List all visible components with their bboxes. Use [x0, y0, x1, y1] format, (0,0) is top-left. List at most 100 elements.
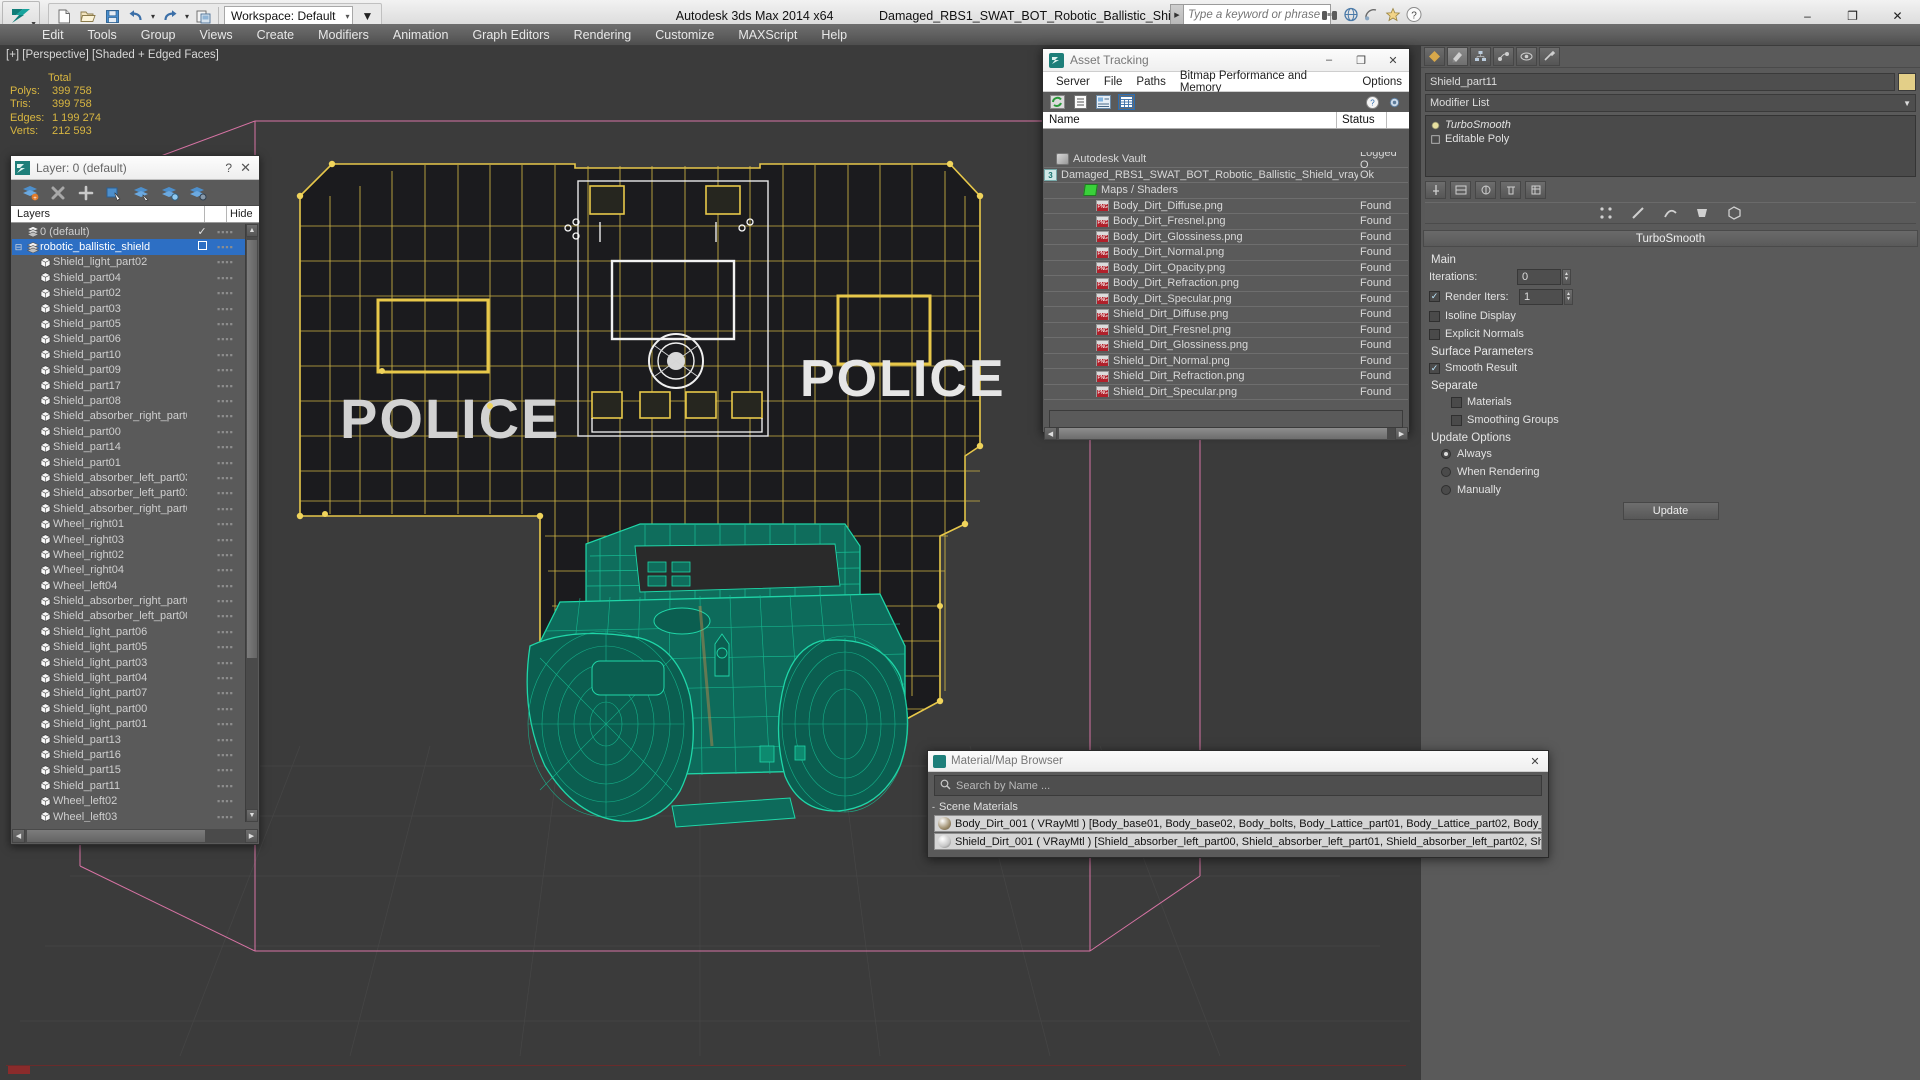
smooth-result-row[interactable]: ✓ Smooth Result — [1429, 360, 1912, 376]
layer-row[interactable]: Wheel_right01 ▪▪▪▪ — [12, 516, 245, 531]
always-row[interactable]: Always — [1429, 446, 1912, 462]
subscription-center-icon[interactable] — [1341, 5, 1360, 24]
layer-row[interactable]: Shield_part02 ▪▪▪▪ — [12, 286, 245, 301]
layer-row[interactable]: 0 (default) ✓ ▪▪▪▪ — [12, 224, 245, 239]
modifier-list-dropdown[interactable]: Modifier List ▼ — [1425, 94, 1916, 112]
smoothing-groups-row[interactable]: Smoothing Groups — [1429, 412, 1912, 428]
favorites-icon[interactable] — [1383, 5, 1402, 24]
asset-row[interactable]: Shield_Dirt_Diffuse.png Found — [1044, 307, 1408, 323]
section-collapse-toggle[interactable]: - — [932, 802, 935, 812]
viewport-label[interactable]: [+] [Perspective] [Shaded + Edged Faces] — [6, 49, 219, 61]
render-iters-value[interactable]: 1 — [1519, 288, 1563, 305]
layer-list[interactable]: 0 (default) ✓ ▪▪▪▪ ⊟ robotic_ballistic_shiel… — [12, 224, 245, 822]
layer-row[interactable]: Shield_light_part04 ▪▪▪▪ — [12, 670, 245, 685]
modifier-stack-entry[interactable]: TurboSmooth — [1426, 118, 1915, 132]
refresh-icon[interactable] — [1049, 94, 1066, 110]
when-rendering-row[interactable]: When Rendering — [1429, 464, 1912, 480]
hierarchy-tab[interactable] — [1470, 47, 1491, 66]
menu-item-animation[interactable]: Animation — [381, 26, 461, 44]
layer-properties-icon[interactable] — [189, 184, 207, 202]
asset-row[interactable]: 3 Damaged_RBS1_SWAT_BOT_Robotic_Ballistic… — [1044, 167, 1408, 183]
explicit-normals-checkbox[interactable] — [1429, 328, 1440, 340]
make-unique-icon[interactable] — [1475, 181, 1496, 199]
help-question-icon[interactable]: ? — [1364, 94, 1381, 110]
turbosmooth-rollout-header[interactable]: TurboSmooth — [1423, 230, 1918, 247]
layer-row[interactable]: Shield_part00 ▪▪▪▪ — [12, 424, 245, 439]
material-search-box[interactable]: Search by Name ... — [934, 775, 1542, 796]
layer-row[interactable]: Shield_part17 ▪▪▪▪ — [12, 378, 245, 393]
manually-row[interactable]: Manually — [1429, 482, 1912, 498]
layer-scroll-thumb[interactable] — [246, 239, 258, 659]
isoline-display-checkbox[interactable] — [1429, 310, 1440, 322]
modify-tab[interactable] — [1447, 47, 1468, 66]
edge-subobject-icon[interactable] — [1628, 204, 1650, 222]
layer-highlight-icon[interactable] — [161, 184, 179, 202]
layer-row[interactable]: Shield_part14 ▪▪▪▪ — [12, 439, 245, 454]
layer-row[interactable]: Shield_part03 ▪▪▪▪ — [12, 301, 245, 316]
modifier-stack[interactable]: TurboSmooth Editable Poly — [1425, 115, 1916, 177]
asset-row[interactable]: Shield_Dirt_Normal.png Found — [1044, 353, 1408, 369]
render-iters-checkbox[interactable]: ✓ — [1429, 291, 1440, 302]
layer-dialog-help-button[interactable]: ? — [225, 161, 232, 175]
asset-row[interactable]: Body_Dirt_Glossiness.png Found — [1044, 229, 1408, 245]
layer-row[interactable]: Shield_part01 ▪▪▪▪ — [12, 455, 245, 470]
add-selection-to-layer-icon[interactable] — [77, 184, 95, 202]
motion-tab[interactable] — [1493, 47, 1514, 66]
configure-modifier-sets-icon[interactable] — [1525, 181, 1546, 199]
layer-row[interactable]: Shield_light_part07 ▪▪▪▪ — [12, 686, 245, 701]
delete-layer-icon[interactable] — [49, 184, 67, 202]
layer-row[interactable]: Shield_absorber_right_part00 ▪▪▪▪ — [12, 501, 245, 516]
layer-row[interactable]: Wheel_left02 ▪▪▪▪ — [12, 793, 245, 808]
layer-manager-dialog[interactable]: Layer: 0 (default) ? ✕ + Layers Hide 0 (… — [10, 155, 260, 845]
create-new-layer-icon[interactable]: + — [21, 184, 39, 202]
layer-row[interactable]: Shield_light_part03 ▪▪▪▪ — [12, 655, 245, 670]
layer-dialog-close-button[interactable]: ✕ — [240, 160, 251, 176]
search-icon[interactable] — [1320, 5, 1339, 24]
menu-item-create[interactable]: Create — [245, 26, 307, 44]
help-icon[interactable]: ? — [1404, 5, 1423, 24]
asset-row[interactable]: Shield_Dirt_Specular.png Found — [1044, 384, 1408, 400]
layer-hide-box[interactable] — [187, 241, 217, 253]
pin-stack-icon[interactable] — [1425, 181, 1446, 199]
asset-row[interactable]: Body_Dirt_Opacity.png Found — [1044, 260, 1408, 276]
search-expand-button[interactable]: ▶ — [1170, 4, 1183, 25]
scene-materials-section-header[interactable]: - Scene Materials — [928, 799, 1548, 814]
menu-item-graph-editors[interactable]: Graph Editors — [460, 26, 561, 44]
options-gear-icon[interactable] — [1386, 94, 1403, 110]
materials-checkbox[interactable] — [1451, 396, 1462, 408]
show-end-result-icon[interactable] — [1450, 181, 1471, 199]
asset-close-button[interactable]: ✕ — [1377, 49, 1409, 72]
asset-row[interactable]: Maps / Shaders — [1044, 183, 1408, 199]
layer-row[interactable]: Shield_light_part06 ▪▪▪▪ — [12, 624, 245, 639]
manually-radio[interactable] — [1441, 485, 1451, 495]
layer-row[interactable]: Wheel_left03 ▪▪▪▪ — [12, 809, 245, 822]
asset-row[interactable]: Body_Dirt_Diffuse.png Found — [1044, 198, 1408, 214]
time-slider-track[interactable] — [6, 1065, 1406, 1066]
menu-item-tools[interactable]: Tools — [76, 26, 129, 44]
layer-scroll-up-button[interactable]: ▲ — [246, 224, 258, 237]
border-subobject-icon[interactable] — [1660, 204, 1682, 222]
asset-scroll-right-button[interactable]: ▶ — [1395, 427, 1408, 440]
asset-row[interactable]: Body_Dirt_Refraction.png Found — [1044, 276, 1408, 292]
modifier-stack-entry[interactable]: Editable Poly — [1426, 132, 1915, 146]
layer-row[interactable]: Shield_part10 ▪▪▪▪ — [12, 347, 245, 362]
asset-menu-paths[interactable]: Paths — [1129, 74, 1172, 90]
layer-row[interactable]: ⊟ robotic_ballistic_shield ▪▪▪▪ — [12, 239, 245, 255]
asset-hscroll-thumb[interactable] — [1058, 427, 1388, 440]
select-highlighted-layer-icon[interactable] — [133, 184, 151, 202]
menu-item-customize[interactable]: Customize — [643, 26, 726, 44]
search-input[interactable] — [1183, 4, 1331, 25]
layer-row[interactable]: Shield_light_part01 ▪▪▪▪ — [12, 717, 245, 732]
select-objects-in-layer-icon[interactable] — [105, 184, 123, 202]
modifier-enable-toggle-icon[interactable] — [1430, 120, 1441, 131]
layer-row[interactable]: Shield_absorber_left_part03 ▪▪▪▪ — [12, 470, 245, 485]
grid-view-icon[interactable] — [1118, 94, 1135, 110]
collapse-toggle-icon[interactable]: ⊟ — [12, 242, 25, 253]
layer-list-hscrollbar[interactable]: ◀ ▶ — [12, 829, 258, 843]
layer-row[interactable]: Shield_absorber_right_part02 ▪▪▪▪ — [12, 409, 245, 424]
asset-row[interactable]: Body_Dirt_Fresnel.png Found — [1044, 214, 1408, 230]
list-view-icon[interactable] — [1072, 94, 1089, 110]
asset-menu-file[interactable]: File — [1097, 74, 1130, 90]
layer-row[interactable]: Shield_part05 ▪▪▪▪ — [12, 316, 245, 331]
utilities-tab[interactable] — [1539, 47, 1560, 66]
